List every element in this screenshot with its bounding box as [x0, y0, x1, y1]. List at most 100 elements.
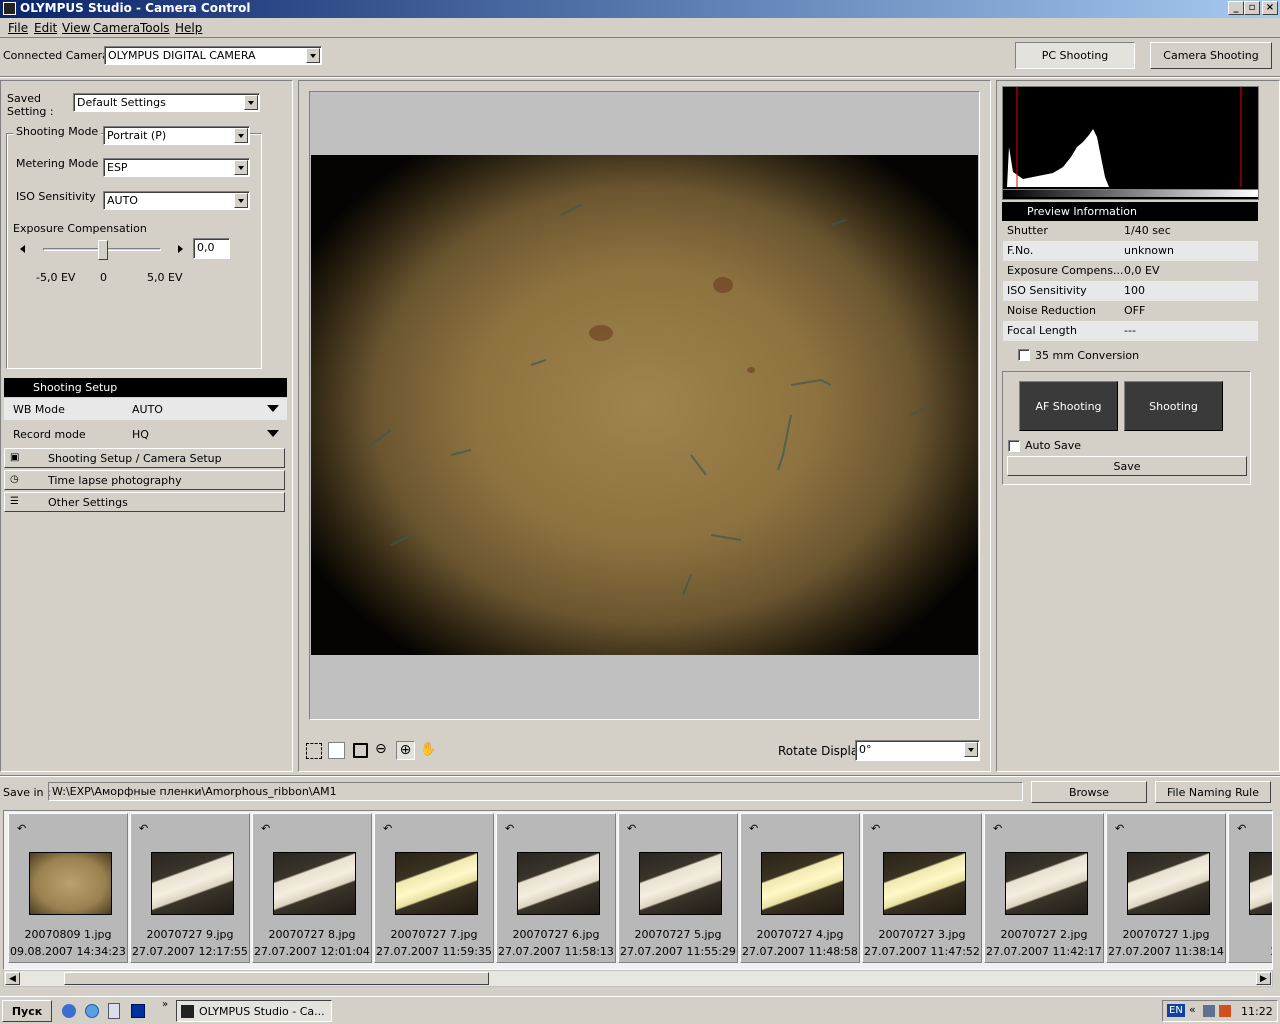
menu-tools[interactable]: Tools — [140, 21, 170, 35]
actual-size-icon[interactable] — [353, 743, 368, 758]
scroll-right-icon[interactable]: ▶ — [1256, 972, 1271, 985]
camera-setup-button[interactable]: ▣ Shooting Setup / Camera Setup — [4, 448, 285, 468]
thumbnail-name: 20070727 9.jpg — [146, 928, 234, 941]
chevron-down-icon — [234, 193, 248, 208]
other-settings-button[interactable]: ☰ Other Settings — [4, 492, 285, 512]
af-shooting-button[interactable]: AF Shooting — [1019, 381, 1118, 431]
record-mode-label: Record mode — [13, 428, 86, 441]
auto-save-checkbox[interactable] — [1008, 440, 1020, 452]
rotate-icon[interactable]: ↶ — [1115, 822, 1124, 835]
scroll-left-icon[interactable]: ◀ — [5, 972, 20, 985]
start-button[interactable]: Пуск — [2, 1000, 52, 1022]
thumbnail-item[interactable]: ↶ 20070727 9.jpg 27.07.2007 12:17:55 — [130, 813, 250, 963]
tray-app-icon[interactable] — [1219, 1005, 1231, 1017]
rotate-icon[interactable]: ↶ — [383, 822, 392, 835]
shooting-mode-select[interactable]: Portrait (P) — [103, 126, 250, 145]
select-area-icon[interactable] — [306, 743, 322, 759]
record-mode-row[interactable]: Record mode HQ — [4, 423, 287, 445]
rotate-display-value: 0° — [859, 743, 872, 756]
file-naming-rule-button[interactable]: File Naming Rule — [1155, 781, 1271, 803]
ie-icon[interactable] — [62, 1004, 76, 1018]
thumbnail-item[interactable]: ↶ 20070727 6.jpg 27.07.2007 11:58:13 — [496, 813, 616, 963]
iso-select[interactable]: AUTO — [103, 191, 250, 210]
metering-mode-select[interactable]: ESP — [103, 158, 250, 177]
menu-camera[interactable]: Camera — [93, 21, 140, 35]
shooting-button[interactable]: Shooting — [1124, 381, 1223, 431]
chevron-down-icon — [234, 128, 248, 143]
rotate-icon[interactable]: ↶ — [505, 822, 514, 835]
exposure-slider-thumb[interactable] — [98, 240, 108, 260]
connected-camera-label: Connected Camera : — [3, 49, 117, 62]
network-icon[interactable] — [1203, 1005, 1215, 1017]
thumbnail-name: 20070727 2.jpg — [1000, 928, 1088, 941]
browser-icon[interactable] — [85, 1004, 99, 1018]
rotate-icon[interactable]: ↶ — [17, 822, 26, 835]
saved-setting-select[interactable]: Default Settings — [73, 93, 260, 112]
thumbnail-scrollbar[interactable]: ◀ ▶ — [3, 970, 1273, 987]
wb-mode-row[interactable]: WB Mode AUTO — [4, 398, 287, 420]
chevron-down-icon[interactable] — [267, 430, 279, 437]
app-icon — [181, 1005, 194, 1018]
info-row-shutter: Shutter 1/40 sec — [1003, 221, 1258, 241]
time-lapse-button[interactable]: ◷ Time lapse photography — [4, 470, 285, 490]
menu-view[interactable]: View — [62, 21, 90, 35]
exposure-decrease-icon[interactable] — [20, 245, 25, 253]
thumbnail-name: 20070727 5.jpg — [634, 928, 722, 941]
zoom-out-icon[interactable]: ⊖ — [375, 741, 391, 757]
notepad-icon[interactable] — [108, 1003, 120, 1019]
hand-tool-icon[interactable]: ✋ — [420, 742, 436, 758]
menu-bar: File Edit View Camera Tools Help — [0, 18, 1280, 38]
rotate-icon[interactable]: ↶ — [871, 822, 880, 835]
menu-edit[interactable]: Edit — [34, 21, 57, 35]
rotate-icon[interactable]: ↶ — [993, 822, 1002, 835]
menu-file[interactable]: File — [8, 21, 28, 35]
iso-label: ISO Sensitivity — [16, 190, 96, 203]
rotate-icon[interactable]: ↶ — [749, 822, 758, 835]
thumbnail-item[interactable]: ↶ 20070727 3.jpg 27.07.2007 11:47:52 — [862, 813, 982, 963]
tray-expand-icon[interactable]: « — [1189, 1003, 1196, 1016]
close-button[interactable]: × — [1262, 1, 1278, 15]
scrollbar-thumb[interactable] — [64, 972, 489, 985]
rotate-icon[interactable]: ↶ — [627, 822, 636, 835]
rotate-icon[interactable]: ↶ — [261, 822, 270, 835]
fit-window-icon[interactable] — [328, 742, 345, 759]
info-row-focal: Focal Length --- — [1003, 321, 1258, 341]
language-indicator[interactable]: EN — [1167, 1004, 1185, 1017]
quicklaunch-more-icon[interactable]: » — [162, 999, 168, 1010]
thumbnail-item[interactable]: ↶ 20070727 4.jpg 27.07.2007 11:48:58 — [740, 813, 860, 963]
camera-shooting-button[interactable]: Camera Shooting — [1150, 42, 1272, 69]
thumbnail-image — [761, 852, 844, 915]
thumbnail-item[interactable]: ↶ 20070727 7.jpg 27.07.2007 11:59:35 — [374, 813, 494, 963]
thumbnail-item[interactable]: ↶ 20070727 1.jpg 27.07.2007 11:38:14 — [1106, 813, 1226, 963]
exposure-max-label: 5,0 EV — [147, 271, 183, 284]
thumbnail-item[interactable]: ↶ 2007 26.07. — [1228, 813, 1272, 963]
save-button[interactable]: Save — [1007, 456, 1247, 476]
minimize-button[interactable]: _ — [1228, 1, 1244, 15]
pc-shooting-button[interactable]: PC Shooting — [1015, 42, 1135, 69]
rotate-icon[interactable]: ↶ — [1237, 822, 1246, 835]
save-icon[interactable] — [131, 1004, 145, 1018]
zoom-in-icon[interactable]: ⊕ — [396, 741, 415, 760]
save-path-field[interactable]: W:\EXP\Аморфные пленки\Amorphous_ribbon\… — [48, 782, 1023, 801]
exposure-increase-icon[interactable] — [178, 245, 183, 253]
thumbnail-item[interactable]: ↶ 20070727 2.jpg 27.07.2007 11:42:17 — [984, 813, 1104, 963]
rotate-display-select[interactable]: 0° — [855, 740, 980, 761]
save-in-label: Save in : — [3, 786, 51, 799]
thumbnail-item[interactable]: ↶ 20070727 8.jpg 27.07.2007 12:01:04 — [252, 813, 372, 963]
exposure-value-field[interactable]: 0,0 — [193, 238, 230, 259]
info-key: Exposure Compens... — [1007, 264, 1124, 277]
thumbnail-item[interactable]: ↶ 20070727 5.jpg 27.07.2007 11:55:29 — [618, 813, 738, 963]
saved-setting-value: Default Settings — [77, 96, 166, 109]
thumbnail-date: 27.07.2007 12:01:04 — [254, 945, 370, 958]
thumbnail-name: 20070727 7.jpg — [390, 928, 478, 941]
conversion-checkbox[interactable] — [1018, 349, 1030, 361]
connected-camera-select[interactable]: OLYMPUS DIGITAL CAMERA — [104, 46, 322, 65]
taskbar-app-button[interactable]: OLYMPUS Studio - Ca... — [176, 1000, 332, 1022]
thumbnail-item[interactable]: ↶ 20070809 1.jpg 09.08.2007 14:34:23 — [8, 813, 128, 963]
info-value: --- — [1124, 324, 1136, 337]
chevron-down-icon[interactable] — [267, 405, 279, 412]
browse-button[interactable]: Browse — [1031, 781, 1147, 803]
rotate-icon[interactable]: ↶ — [139, 822, 148, 835]
maximize-button[interactable]: ▫ — [1244, 1, 1260, 15]
menu-help[interactable]: Help — [175, 21, 202, 35]
